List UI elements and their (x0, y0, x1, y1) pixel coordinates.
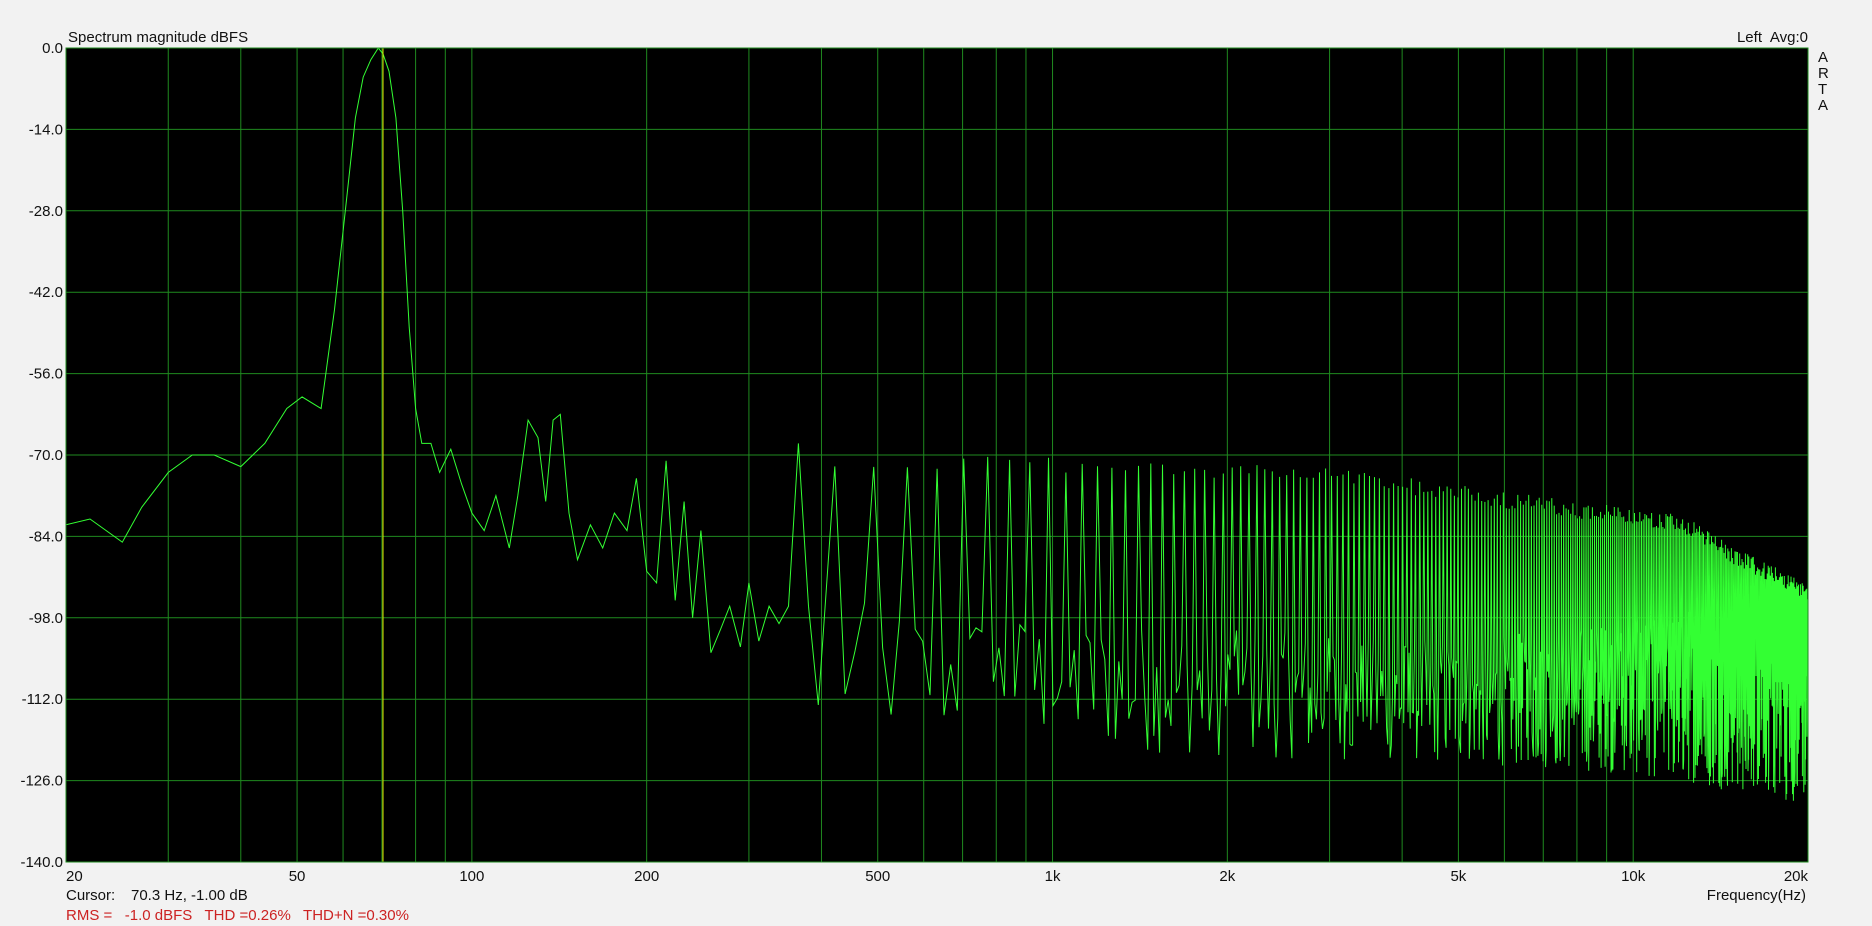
x-tick-label: 100 (459, 868, 484, 885)
y-tick-label: -112.0 (22, 691, 63, 708)
stats-readout: RMS = -1.0 dBFS THD =0.26% THD+N =0.30% (66, 907, 409, 924)
x-tick-label: 200 (634, 868, 659, 885)
arta-spectrum-window: 0.0 -14.0 -28.0 -42.0 -56.0 -70.0 -84.0 -98.0 -1… (0, 0, 1872, 926)
y-tick-label: -56.0 (29, 366, 63, 383)
y-tick-label: -28.0 (29, 203, 63, 220)
spectrum-chart: 0.0 -14.0 -28.0 -42.0 -56.0 -70.0 -84.0 -98.0 -1… (20, 29, 1829, 924)
x-tick-label: 500 (865, 868, 890, 885)
y-tick-labels: 0.0 -14.0 -28.0 -42.0 -56.0 -70.0 -84.0 -98.0 -1… (20, 40, 63, 871)
x-tick-label: 20 (66, 868, 83, 885)
y-tick-label: -70.0 (29, 447, 63, 464)
x-tick-labels: 20 50 100 200 500 1k 2k 5k 10k 20k (66, 868, 1808, 885)
arta-letter-a1: A (1818, 49, 1828, 66)
arta-vertical-label: A R T A (1818, 49, 1829, 114)
x-axis-label: Frequency(Hz) (1707, 887, 1806, 904)
arta-letter-t: T (1818, 81, 1827, 98)
y-tick-label: -14.0 (29, 121, 63, 138)
channel-label: Left (1737, 29, 1763, 46)
x-tick-label: 10k (1621, 868, 1646, 885)
x-tick-label: 5k (1450, 868, 1466, 885)
arta-letter-a2: A (1818, 97, 1828, 114)
chart-title: Spectrum magnitude dBFS (68, 29, 248, 46)
y-tick-label: -84.0 (29, 528, 63, 545)
y-tick-label: -98.0 (29, 610, 63, 627)
y-tick-label: -126.0 (20, 773, 63, 790)
y-tick-label: 0.0 (42, 40, 63, 57)
x-tick-label: 20k (1784, 868, 1809, 885)
cursor-prefix: Cursor: (66, 887, 115, 904)
y-tick-label: -140.0 (20, 854, 63, 871)
y-tick-label: -42.0 (29, 284, 63, 301)
x-tick-label: 1k (1045, 868, 1061, 885)
arta-letter-r: R (1818, 65, 1829, 82)
x-tick-label: 50 (289, 868, 306, 885)
x-tick-label: 2k (1219, 868, 1235, 885)
avg-label: Avg:0 (1770, 29, 1808, 46)
cursor-readout: 70.3 Hz, -1.00 dB (131, 887, 248, 904)
